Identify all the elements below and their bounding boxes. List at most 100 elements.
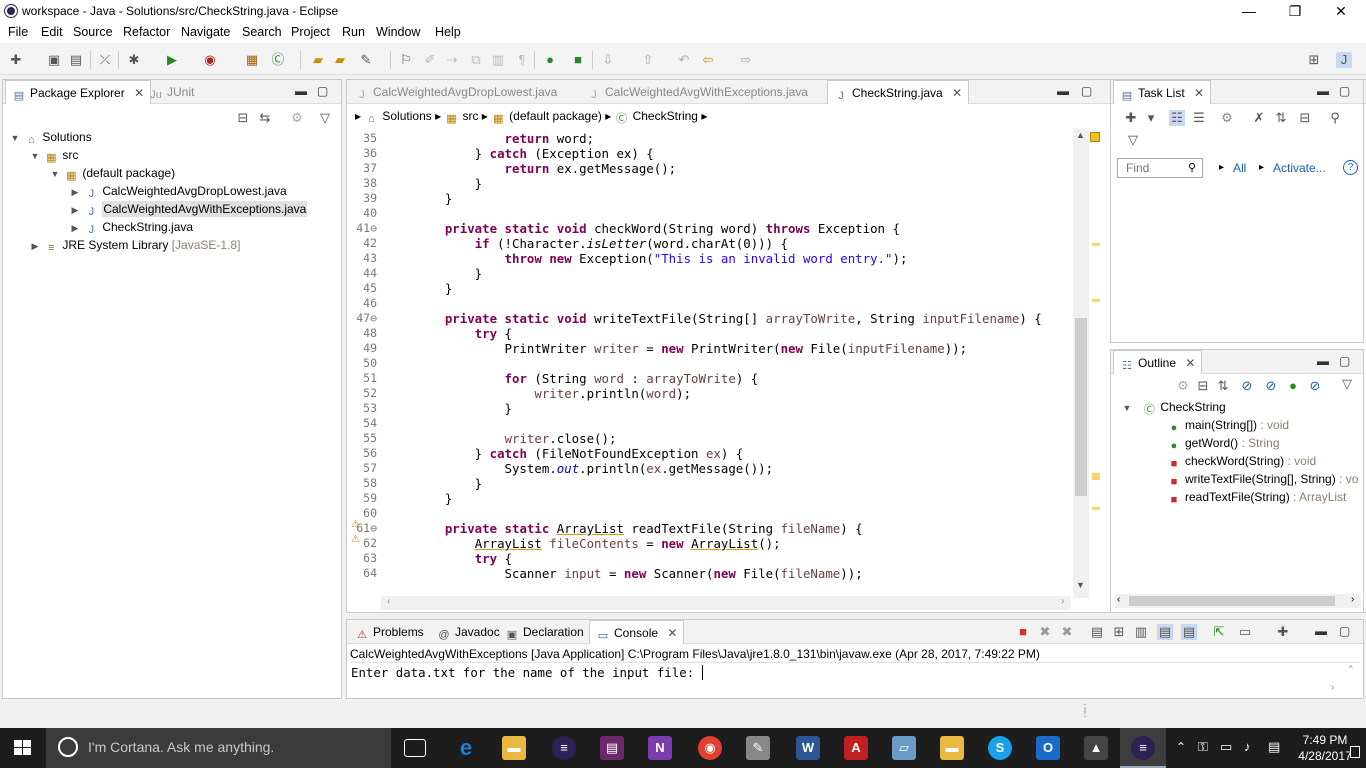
close-button[interactable]: ✕ xyxy=(1318,0,1364,22)
menu-edit[interactable]: Edit xyxy=(41,25,63,39)
overview-marker[interactable] xyxy=(1092,507,1100,510)
scroll-left-icon[interactable]: ‹ xyxy=(1117,594,1120,605)
all-link[interactable]: All xyxy=(1233,161,1246,175)
block-selection-icon[interactable]: ⇢ xyxy=(444,52,460,68)
collapse-all-icon[interactable]: ⊟ xyxy=(1297,110,1313,126)
eclipse-taskbar-icon[interactable]: ≡ xyxy=(552,736,576,760)
minimize-icon[interactable]: ▬ xyxy=(1317,84,1329,98)
pin-console-icon[interactable]: ⇱ xyxy=(1211,624,1227,640)
help-icon[interactable]: ? xyxy=(1343,160,1358,175)
categorized-icon[interactable]: ☷ xyxy=(1169,110,1185,126)
tree-item-src[interactable]: ▼ ▦ src xyxy=(29,146,79,165)
tree-item-file-selected[interactable]: ▶ J CalcWeightedAvgWithExceptions.java xyxy=(69,200,308,219)
next-annotation-icon[interactable]: ⇩ xyxy=(600,52,616,68)
toggle-mark-occurrences-icon[interactable]: ⚐ xyxy=(398,52,414,68)
chevron-down-icon[interactable]: ▼ xyxy=(49,165,61,183)
open-folder-icon[interactable]: ▰ xyxy=(332,52,348,68)
tree-item-file[interactable]: ▶ J CheckString.java xyxy=(69,218,194,236)
chevron-right-icon[interactable]: ▶ xyxy=(29,237,41,255)
menu-navigate[interactable]: Navigate xyxy=(181,25,230,39)
sort-icon[interactable]: ⇅ xyxy=(1215,378,1231,394)
new-java-package-icon[interactable]: ▦ xyxy=(244,52,260,68)
onenote-icon[interactable]: N xyxy=(648,736,672,760)
winrar-icon[interactable]: ▤ xyxy=(600,736,624,760)
file-explorer-icon[interactable]: ▬ xyxy=(502,736,526,760)
menu-project[interactable]: Project xyxy=(291,25,330,39)
horizontal-scrollbar[interactable]: ‹ › xyxy=(381,596,1071,610)
show-whitespace-icon[interactable]: ⧉ xyxy=(468,52,484,68)
task-view-icon[interactable] xyxy=(404,739,426,757)
link-with-editor-icon[interactable]: ⇆ xyxy=(257,110,273,126)
display-icon[interactable]: ▭ xyxy=(1220,739,1232,755)
back-icon[interactable]: ⇦ xyxy=(700,52,716,68)
overview-marker[interactable] xyxy=(1092,299,1100,302)
menu-refactor[interactable]: Refactor xyxy=(123,25,170,39)
forward-icon[interactable]: ⇨ xyxy=(738,52,754,68)
maximize-icon[interactable]: ▢ xyxy=(1339,624,1350,638)
warning-overview-icon[interactable] xyxy=(1090,132,1100,142)
chevron-right-icon[interactable]: ▶ xyxy=(69,201,81,219)
paragraph-icon[interactable]: ¶ xyxy=(514,52,530,68)
search-tool-icon[interactable]: ✎ xyxy=(358,52,374,68)
outline-member[interactable]: ■ writeTextFile(String[], String) : vo xyxy=(1167,470,1359,488)
new-task-icon[interactable]: ✚ xyxy=(1123,110,1139,126)
acrobat-icon[interactable]: A xyxy=(844,736,868,760)
close-icon[interactable]: ✕ xyxy=(1185,356,1195,370)
maximize-icon[interactable]: ▢ xyxy=(1081,84,1092,98)
scrollbar-thumb[interactable] xyxy=(1129,596,1335,606)
chevron-down-icon[interactable]: ▼ xyxy=(1121,399,1133,417)
minimize-icon[interactable]: ▬ xyxy=(295,84,307,98)
cortana-search-box[interactable]: I'm Cortana. Ask me anything. xyxy=(46,728,391,768)
view-menu-icon[interactable]: ▽ xyxy=(317,110,333,126)
word-icon[interactable]: W xyxy=(796,736,820,760)
coverage-icon[interactable]: ◉ xyxy=(202,52,218,68)
view-menu-icon[interactable]: ▽ xyxy=(1125,132,1141,148)
tree-item-jre[interactable]: ▶ ≡ JRE System Library [JavaSE-1.8] xyxy=(29,236,241,255)
overview-marker[interactable] xyxy=(1092,243,1100,246)
scroll-up-icon[interactable]: ▲ xyxy=(1076,130,1085,140)
focus-icon[interactable]: ⚙ xyxy=(1175,378,1191,394)
new-icon[interactable]: ✚ xyxy=(8,52,24,68)
prev-annotation-icon[interactable]: ⇧ xyxy=(640,52,656,68)
outline-member[interactable]: ● main(String[]) : void xyxy=(1167,416,1289,434)
new-java-class-icon[interactable]: Ⓒ xyxy=(270,52,286,68)
maximize-icon[interactable]: ▢ xyxy=(1339,84,1350,98)
chevron-down-icon[interactable]: ▼ xyxy=(29,147,41,165)
minimize-icon[interactable]: ▬ xyxy=(1057,84,1069,98)
network-icon[interactable]: ⚿ xyxy=(1198,739,1208,755)
collapse-all-icon[interactable]: ⊟ xyxy=(1195,378,1211,394)
menu-help[interactable]: Help xyxy=(435,25,461,39)
tab-editor-file[interactable]: J CalcWeightedAvgWithExceptions.java xyxy=(581,80,814,104)
menu-source[interactable]: Source xyxy=(73,25,113,39)
show-on-stderr-icon[interactable]: ▤ xyxy=(1181,624,1197,640)
menu-run[interactable]: Run xyxy=(342,25,365,39)
tab-package-explorer[interactable]: ▤ Package Explorer ✕ xyxy=(5,80,152,104)
scroll-right-icon[interactable]: › xyxy=(1351,594,1354,605)
run-icon[interactable]: ▶ xyxy=(164,52,180,68)
tab-task-list[interactable]: ▤ Task List ✕ xyxy=(1113,80,1212,104)
word-wrap-icon[interactable]: ▥ xyxy=(490,52,506,68)
word-wrap-icon[interactable]: ▥ xyxy=(1133,624,1149,640)
remove-launch-icon[interactable]: ✖ xyxy=(1037,624,1053,640)
chevron-down-icon[interactable]: ▼ xyxy=(9,129,21,147)
scroll-right-icon[interactable]: › xyxy=(1061,596,1064,607)
menu-search[interactable]: Search xyxy=(242,25,282,39)
activate-link[interactable]: Activate... xyxy=(1273,161,1326,175)
photos-icon[interactable]: ▲ xyxy=(1084,736,1108,760)
tab-console[interactable]: ▭ Console ✕ xyxy=(589,620,685,644)
minimize-button[interactable]: — xyxy=(1226,0,1272,22)
notepad-icon[interactable]: ▱ xyxy=(892,736,916,760)
warning-icon[interactable]: ⚠ xyxy=(351,519,360,530)
scheduled-icon[interactable]: ☰ xyxy=(1191,110,1207,126)
chevron-down-icon[interactable]: ▾ xyxy=(1143,110,1159,126)
chevron-up-icon[interactable]: ⌃ xyxy=(1176,740,1186,754)
tab-junit[interactable]: Ju JUnit xyxy=(143,80,200,104)
paint-icon[interactable]: ✎ xyxy=(746,736,770,760)
notifications-icon[interactable] xyxy=(1350,746,1360,758)
scroll-lock-icon[interactable]: ⊞ xyxy=(1111,624,1127,640)
save-all-icon[interactable]: ▤ xyxy=(68,52,84,68)
scroll-down-icon[interactable]: ▼ xyxy=(1076,580,1085,590)
save-icon[interactable]: ▣ xyxy=(46,52,62,68)
edge-icon[interactable]: e xyxy=(454,736,478,760)
scroll-right-icon[interactable]: › xyxy=(1331,682,1334,693)
